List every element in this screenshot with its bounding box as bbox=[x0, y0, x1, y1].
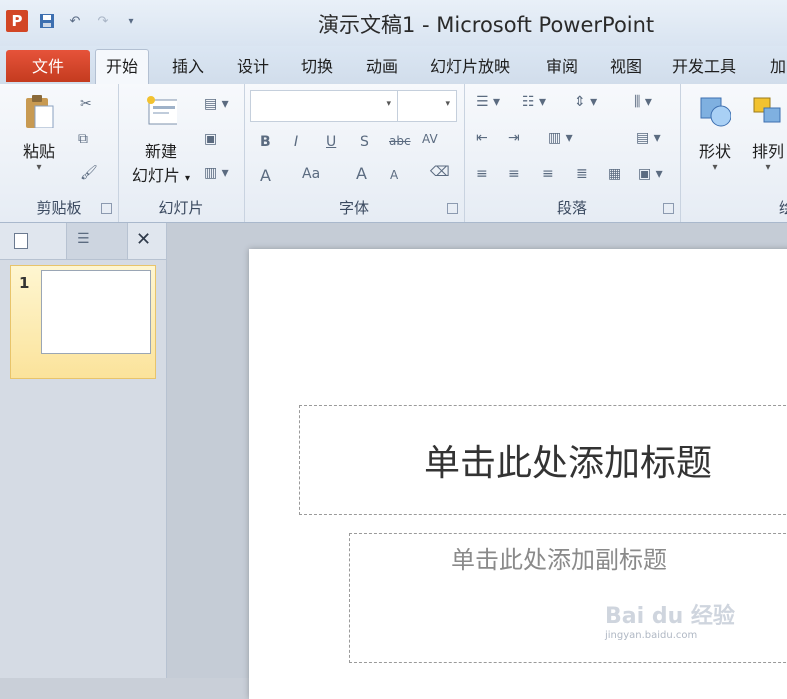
underline-button[interactable]: U bbox=[326, 134, 336, 150]
outline-tab-icon: ☰ bbox=[77, 231, 90, 247]
slide-number: 1 bbox=[19, 274, 30, 292]
window-title: 演示文稿1 - Microsoft PowerPoint bbox=[318, 13, 655, 37]
customize-qat-icon[interactable]: ▾ bbox=[122, 12, 140, 30]
paste-icon bbox=[26, 95, 54, 129]
tab-transitions[interactable]: 切换 bbox=[301, 50, 333, 83]
decrease-indent-icon[interactable]: ⇤ bbox=[476, 130, 488, 146]
justify-icon[interactable]: ≣ bbox=[576, 166, 588, 182]
bold-button[interactable]: B bbox=[260, 134, 271, 150]
align-right-icon[interactable]: ≡ bbox=[542, 166, 554, 182]
tab-animations[interactable]: 动画 bbox=[366, 50, 398, 83]
paragraph-launcher-icon[interactable] bbox=[663, 203, 674, 214]
ribbon-tabs: 文件 开始 插入 设计 切换 动画 幻灯片放映 审阅 视图 开发工具 加 bbox=[0, 46, 787, 85]
save-icon[interactable] bbox=[38, 12, 56, 30]
cut-icon[interactable]: ✂ bbox=[80, 96, 92, 112]
font-group-label: 字体 bbox=[338, 199, 369, 217]
arrange-button[interactable]: 排列 ▾ bbox=[748, 94, 787, 173]
paragraph-group: ☰ ▾ ☷ ▾ ⇕ ▾ ⫼ ▾ ⇤ ⇥ ▥ ▾ ▤ ▾ ≡ ≡ ≡ ≣ ▦ ▣ … bbox=[464, 84, 681, 222]
tab-home[interactable]: 开始 bbox=[95, 49, 150, 85]
distribute-icon[interactable]: ▦ bbox=[608, 166, 621, 182]
arrange-icon bbox=[753, 97, 781, 123]
strikethrough-button[interactable]: abc bbox=[389, 134, 411, 148]
paste-button[interactable]: 粘贴 ▾ bbox=[12, 94, 66, 173]
paragraph-group-label: 段落 bbox=[556, 199, 587, 217]
title-placeholder[interactable]: 单击此处添加标题 bbox=[299, 405, 787, 515]
powerpoint-logo-icon[interactable]: P bbox=[6, 10, 28, 32]
baidu-watermark: Bai du 经验 jingyan.baidu.com bbox=[605, 604, 735, 641]
clipboard-group: 粘贴 ▾ ✂ ⧉ 🖌 剪贴板 bbox=[0, 84, 119, 222]
layout-icon[interactable]: ▤ ▾ bbox=[204, 96, 229, 112]
new-slide-icon bbox=[147, 96, 180, 125]
tab-review[interactable]: 审阅 bbox=[546, 50, 578, 83]
outline-tab[interactable]: ☰ bbox=[66, 223, 128, 259]
quick-access-toolbar: P ↶ ↷ ▾ bbox=[6, 10, 140, 32]
tab-file[interactable]: 文件 bbox=[6, 50, 90, 82]
font-launcher-icon[interactable] bbox=[447, 203, 458, 214]
slides-pane: ☰ ✕ 1 bbox=[0, 223, 167, 678]
new-slide-button[interactable]: 新建 幻灯片 ▾ bbox=[126, 94, 196, 186]
font-family-select[interactable]: ▾ bbox=[250, 90, 398, 122]
shapes-button[interactable]: 形状 ▾ bbox=[690, 94, 740, 173]
font-size-select[interactable]: ▾ bbox=[397, 90, 457, 122]
align-center-icon[interactable]: ≡ bbox=[508, 166, 520, 182]
reset-icon[interactable]: ▣ bbox=[204, 131, 217, 147]
font-group: ▾ ▾ B I U S abc AV A Aa A A ⌫ 字体 bbox=[244, 84, 465, 222]
format-painter-icon[interactable]: 🖌 bbox=[80, 165, 98, 181]
grow-font-button[interactable]: A bbox=[356, 164, 367, 183]
tab-view[interactable]: 视图 bbox=[610, 50, 642, 83]
italic-button[interactable]: I bbox=[294, 134, 298, 150]
slides-group-label: 幻灯片 bbox=[158, 199, 204, 217]
change-case-button[interactable]: Aa bbox=[302, 166, 320, 182]
copy-icon[interactable]: ⧉ bbox=[78, 131, 88, 147]
slides-group: 新建 幻灯片 ▾ ▤ ▾ ▣ ▥ ▾ 幻灯片 bbox=[118, 84, 245, 222]
align-text-icon[interactable]: ▤ ▾ bbox=[636, 130, 661, 146]
slides-tab-icon[interactable] bbox=[14, 233, 28, 249]
shapes-icon bbox=[700, 97, 732, 127]
char-spacing-button[interactable]: AV bbox=[422, 132, 438, 146]
subtitle-placeholder-text: 单击此处添加副标题 bbox=[451, 546, 667, 574]
title-bar: P ↶ ↷ ▾ 演示文稿1 - Microsoft PowerPoint bbox=[0, 0, 787, 46]
columns-icon[interactable]: ▥ ▾ bbox=[548, 130, 573, 146]
line-spacing-icon[interactable]: ⇕ ▾ bbox=[574, 94, 597, 110]
smartart-icon[interactable]: ▣ ▾ bbox=[638, 166, 663, 182]
drawing-group: 形状 ▾ 排列 ▾ 绘 bbox=[680, 84, 787, 222]
numbering-icon[interactable]: ☷ ▾ bbox=[522, 94, 546, 110]
tab-slideshow[interactable]: 幻灯片放映 bbox=[430, 50, 510, 83]
paste-dropdown-icon[interactable]: ▾ bbox=[12, 162, 66, 173]
section-icon[interactable]: ▥ ▾ bbox=[204, 165, 229, 181]
slide-thumbnail-selected[interactable]: 1 bbox=[10, 265, 156, 379]
undo-icon[interactable]: ↶ bbox=[66, 12, 84, 30]
shadow-button[interactable]: S bbox=[360, 134, 369, 150]
tab-developer[interactable]: 开发工具 bbox=[672, 50, 736, 83]
increase-indent-icon[interactable]: ⇥ bbox=[508, 130, 520, 146]
title-placeholder-text: 单击此处添加标题 bbox=[424, 443, 713, 484]
pane-tabs: ☰ ✕ bbox=[0, 223, 166, 260]
drawing-group-label: 绘 bbox=[779, 199, 787, 217]
tab-insert[interactable]: 插入 bbox=[172, 50, 204, 83]
align-left-icon[interactable]: ≡ bbox=[476, 166, 488, 182]
clipboard-launcher-icon[interactable] bbox=[101, 203, 112, 214]
ribbon: 粘贴 ▾ ✂ ⧉ 🖌 剪贴板 新建 幻灯片 ▾ ▤ ▾ ▣ ▥ ▾ 幻灯片 ▾ … bbox=[0, 84, 787, 223]
font-color-button[interactable]: A bbox=[260, 166, 271, 185]
tab-design[interactable]: 设计 bbox=[237, 50, 269, 83]
text-direction-icon[interactable]: ⫼ ▾ bbox=[634, 94, 652, 110]
bullets-icon[interactable]: ☰ ▾ bbox=[476, 94, 500, 110]
tab-addins[interactable]: 加 bbox=[770, 50, 786, 83]
close-pane-icon[interactable]: ✕ bbox=[136, 229, 151, 250]
redo-icon[interactable]: ↷ bbox=[94, 12, 112, 30]
slide-thumbnail[interactable] bbox=[41, 270, 151, 354]
shrink-font-button[interactable]: A bbox=[390, 168, 398, 182]
clear-format-icon[interactable]: ⌫ bbox=[430, 164, 450, 180]
